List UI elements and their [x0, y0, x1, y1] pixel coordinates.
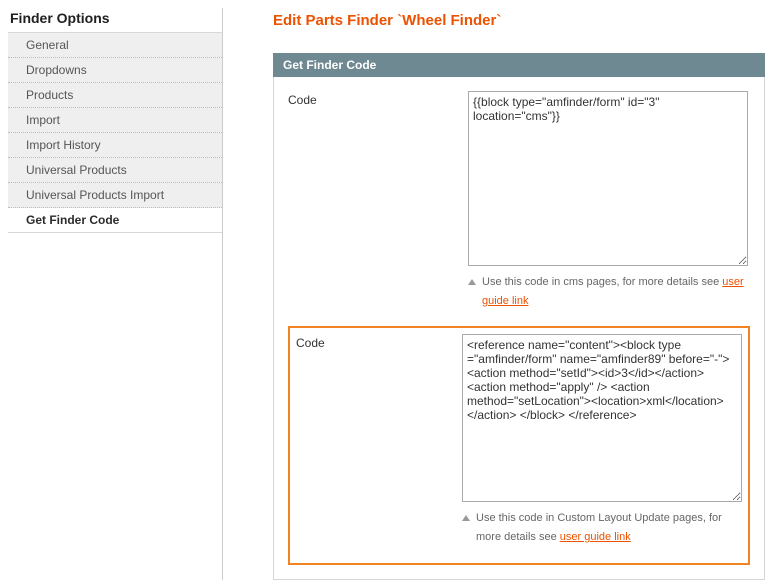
- sidebar-item-universal-products[interactable]: Universal Products: [8, 158, 222, 183]
- triangle-up-icon: [462, 515, 470, 521]
- sidebar-item-universal-products-import[interactable]: Universal Products Import: [8, 183, 222, 208]
- sidebar-title: Finder Options: [8, 8, 222, 32]
- sidebar-item-label: Universal Products: [26, 163, 127, 177]
- hint-prefix: Use this code in cms pages, for more det…: [482, 276, 722, 288]
- hint-row: Use this code in Custom Layout Update pa…: [462, 509, 742, 546]
- sidebar: Finder Options General Dropdowns Product…: [8, 8, 223, 580]
- sidebar-item-import-history[interactable]: Import History: [8, 133, 222, 158]
- sidebar-item-label: Import: [26, 113, 60, 127]
- user-guide-link[interactable]: user guide link: [560, 531, 631, 543]
- app-container: Finder Options General Dropdowns Product…: [0, 0, 773, 588]
- sidebar-item-label: Get Finder Code: [26, 213, 119, 227]
- sidebar-item-label: Products: [26, 88, 73, 102]
- field-label: Code: [296, 334, 462, 546]
- code-textarea-layout[interactable]: [462, 334, 742, 502]
- sidebar-item-get-finder-code[interactable]: Get Finder Code: [8, 208, 222, 233]
- sidebar-item-label: Universal Products Import: [26, 188, 164, 202]
- page-title: Edit Parts Finder `Wheel Finder`: [273, 8, 765, 53]
- triangle-up-icon: [468, 279, 476, 285]
- field-value: Use this code in cms pages, for more det…: [468, 91, 750, 310]
- section-header: Get Finder Code: [273, 53, 765, 77]
- main-content: Edit Parts Finder `Wheel Finder` Get Fin…: [223, 8, 765, 580]
- sidebar-item-label: Import History: [26, 138, 101, 152]
- sidebar-item-import[interactable]: Import: [8, 108, 222, 133]
- code-textarea-cms[interactable]: [468, 91, 748, 266]
- section-body: Code Use this code in cms pages, for mor…: [273, 77, 765, 580]
- sidebar-item-general[interactable]: General: [8, 33, 222, 58]
- field-row-cms-code: Code Use this code in cms pages, for mor…: [288, 91, 750, 316]
- hint-text: Use this code in cms pages, for more det…: [482, 273, 750, 310]
- field-value: Use this code in Custom Layout Update pa…: [462, 334, 742, 546]
- field-label: Code: [288, 91, 468, 310]
- sidebar-item-label: General: [26, 38, 69, 52]
- sidebar-item-products[interactable]: Products: [8, 83, 222, 108]
- hint-text: Use this code in Custom Layout Update pa…: [476, 509, 742, 546]
- sidebar-item-label: Dropdowns: [26, 63, 87, 77]
- hint-row: Use this code in cms pages, for more det…: [468, 273, 750, 310]
- sidebar-item-dropdowns[interactable]: Dropdowns: [8, 58, 222, 83]
- sidebar-list: General Dropdowns Products Import Import…: [8, 32, 222, 233]
- highlight-box: Code Use this code in Custom Layout Upda…: [288, 326, 750, 564]
- field-row-layout-code: Code Use this code in Custom Layout Upda…: [296, 334, 742, 552]
